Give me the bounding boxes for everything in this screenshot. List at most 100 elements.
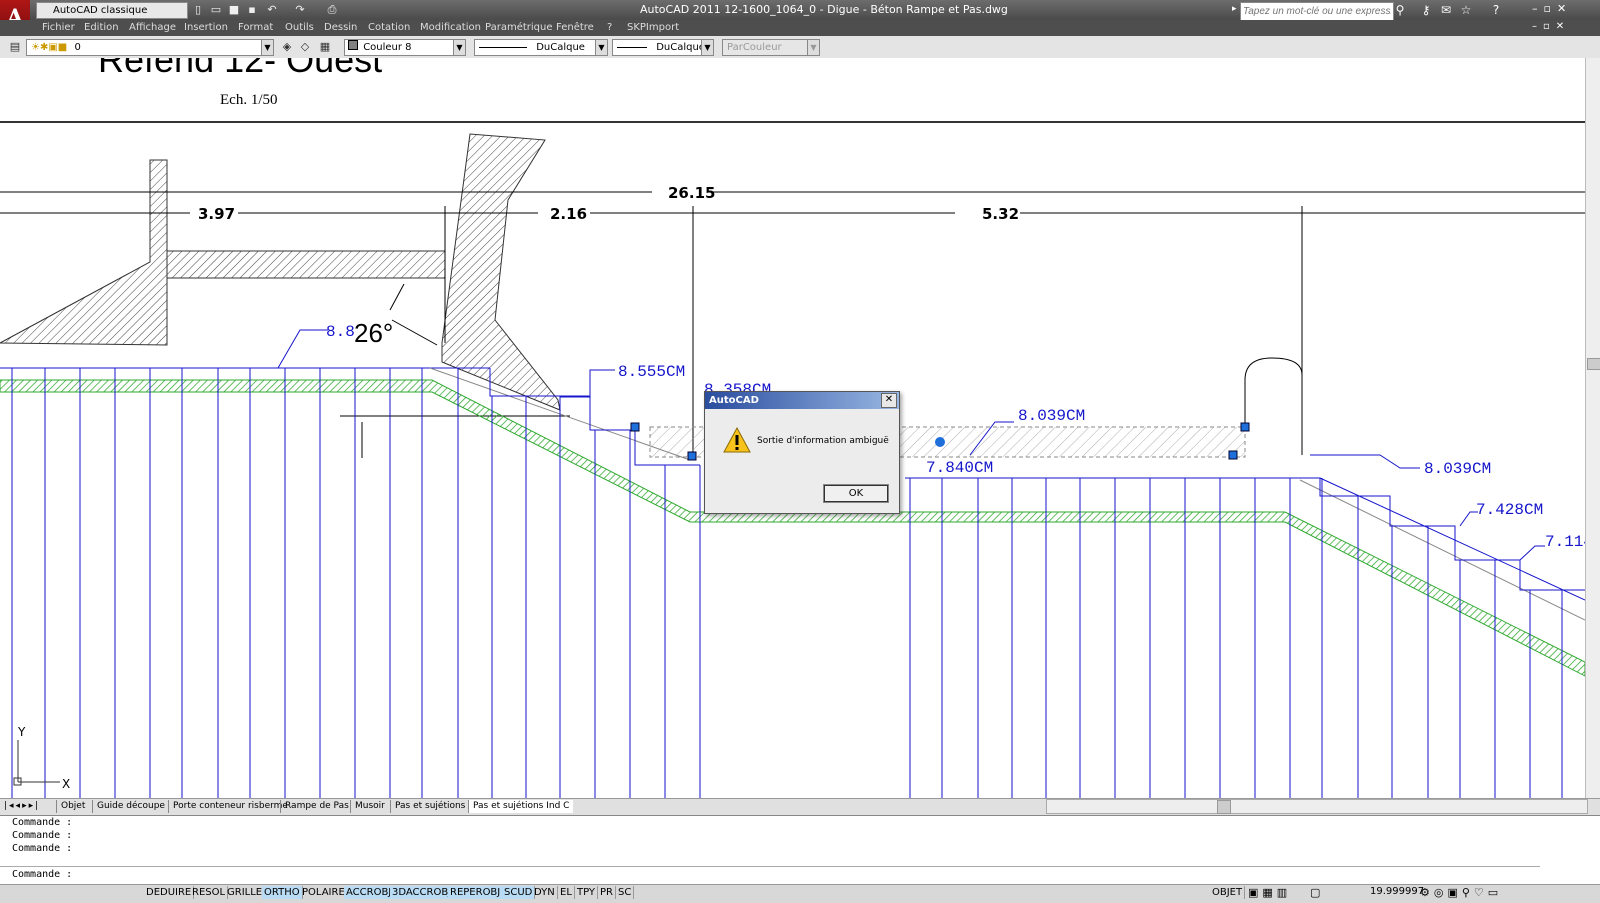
dim-3-97: 3.97 bbox=[198, 205, 235, 223]
scroll-thumb[interactable] bbox=[1217, 800, 1231, 814]
scroll-thumb[interactable] bbox=[1587, 358, 1600, 370]
status-grille[interactable]: GRILLE bbox=[225, 886, 266, 899]
menu-help[interactable]: ? bbox=[607, 22, 612, 33]
annotation-scale[interactable]: 19.999997 bbox=[1370, 886, 1424, 897]
tab-porte-conteneur[interactable]: Porte conteneur risberme bbox=[168, 800, 292, 813]
menu-modification[interactable]: Modification bbox=[420, 22, 481, 33]
search-expand-icon[interactable]: ▸ bbox=[1232, 4, 1237, 14]
menu-fichier[interactable]: Fichier bbox=[42, 22, 75, 33]
color-dropdown[interactable]: Couleur 8 ▼ bbox=[344, 39, 466, 56]
workspace-dropdown[interactable]: AutoCAD classique bbox=[36, 2, 188, 19]
angle-leader bbox=[391, 319, 438, 346]
menu-dessin[interactable]: Dessin bbox=[324, 22, 357, 33]
menu-outils[interactable]: Outils bbox=[285, 22, 314, 33]
tab-pas-sujetions-ind-c[interactable]: Pas et sujétions Ind C bbox=[468, 800, 574, 813]
command-window[interactable] bbox=[0, 815, 1600, 884]
status-deduire[interactable]: DEDUIRE bbox=[144, 886, 195, 899]
status-accrobj[interactable]: ACCROBJ bbox=[344, 886, 395, 899]
drawing-scale: Ech. 1/50 bbox=[220, 92, 278, 108]
close-icon[interactable]: ✕ bbox=[881, 393, 897, 408]
communication-icon[interactable]: ✉ bbox=[1438, 2, 1454, 18]
status-ortho[interactable]: ORTHO bbox=[262, 886, 303, 899]
status-sc[interactable]: SC bbox=[616, 886, 635, 899]
layer-manager-icon[interactable]: ▤ bbox=[8, 39, 22, 54]
lineweight-preview bbox=[617, 46, 647, 48]
layer-status-icons: ☀✱▣■ bbox=[31, 42, 68, 53]
search-input[interactable] bbox=[1240, 2, 1394, 21]
tab-guide-decoupe[interactable]: Guide découpe bbox=[92, 800, 169, 813]
status-tpy[interactable]: TPY bbox=[575, 886, 599, 899]
document-window-controls[interactable]: –▫✕ bbox=[1532, 21, 1570, 32]
subscription-icon[interactable]: ⚷ bbox=[1418, 2, 1434, 18]
ucs-y-label: Y bbox=[17, 725, 26, 739]
grip[interactable] bbox=[687, 451, 697, 461]
favorites-star-icon[interactable]: ☆ bbox=[1458, 2, 1474, 18]
tab-pas-sujetions[interactable]: Pas et sujétions bbox=[390, 800, 469, 813]
layer-dropdown[interactable]: ☀✱▣■ 0 ▼ bbox=[26, 39, 274, 56]
command-prompt[interactable]: Commande : bbox=[12, 869, 72, 880]
undo-icon[interactable]: ↶ bbox=[264, 3, 280, 17]
tab-musoir[interactable]: Musoir bbox=[350, 800, 389, 813]
angle-label: 26° bbox=[354, 318, 393, 348]
level-label-5: 7.840CM bbox=[926, 459, 993, 477]
ucs-x-label: X bbox=[62, 777, 70, 791]
command-history-line: Commande : bbox=[12, 843, 73, 854]
level-label-8: 7.114 bbox=[1545, 533, 1585, 551]
grip[interactable] bbox=[1228, 450, 1238, 460]
status-el[interactable]: EL bbox=[558, 886, 575, 899]
menu-cotation[interactable]: Cotation bbox=[368, 22, 410, 33]
status-model-space[interactable]: OBJET bbox=[1210, 886, 1246, 899]
save-icon[interactable]: ■ bbox=[226, 3, 242, 17]
menu-parametrique[interactable]: Paramétrique bbox=[485, 22, 553, 33]
layer-state-icon[interactable]: ▦ bbox=[318, 39, 332, 54]
vertical-scrollbar[interactable] bbox=[1585, 58, 1600, 798]
menu-format[interactable]: Format bbox=[238, 22, 273, 33]
tab-objet[interactable]: Objet bbox=[56, 800, 89, 813]
grip[interactable] bbox=[1240, 422, 1250, 432]
redo-icon[interactable]: ↷ bbox=[292, 3, 308, 17]
save-as-icon[interactable]: ▪ bbox=[244, 3, 260, 17]
chevron-down-icon: ▼ bbox=[261, 40, 273, 55]
window-controls[interactable]: –▫✕ bbox=[1532, 2, 1572, 15]
lineweight-dropdown[interactable]: DuCalque ▼ bbox=[612, 39, 714, 56]
help-icon[interactable]: ? bbox=[1488, 2, 1504, 18]
plotstyle-dropdown: ParCouleur ▼ bbox=[722, 39, 820, 56]
status-resol[interactable]: RESOL bbox=[190, 886, 229, 899]
menu-insertion[interactable]: Insertion bbox=[184, 22, 228, 33]
new-file-icon[interactable]: ▯ bbox=[190, 3, 206, 17]
color-swatch bbox=[348, 40, 358, 50]
level-label-2: 8.555CM bbox=[618, 363, 685, 381]
status-pr[interactable]: PR bbox=[598, 886, 616, 899]
open-file-icon[interactable]: ▭ bbox=[208, 3, 224, 17]
print-icon[interactable]: ⎙ bbox=[324, 3, 340, 17]
status-right-icons[interactable]: ⚙◎▣⚲♡▭ bbox=[1420, 886, 1502, 899]
menu-affichage[interactable]: Affichage bbox=[129, 22, 176, 33]
binoculars-icon[interactable]: ⚲ bbox=[1392, 2, 1408, 18]
leader-8-039-b bbox=[1310, 454, 1420, 469]
linetype-dropdown[interactable]: DuCalque ▼ bbox=[474, 39, 608, 56]
grip[interactable] bbox=[935, 437, 945, 447]
ok-button[interactable]: OK bbox=[823, 484, 889, 503]
menu-fenetre[interactable]: Fenêtre bbox=[556, 22, 594, 33]
status-polaire[interactable]: POLAIRE bbox=[300, 886, 348, 899]
menu-skpimport[interactable]: SKPImport bbox=[627, 22, 679, 33]
layer-previous-icon[interactable]: ◇ bbox=[298, 39, 312, 54]
tab-nav-arrows[interactable]: |◂◂▸▸| bbox=[4, 801, 40, 811]
status-reperobj[interactable]: REPEROBJ bbox=[448, 886, 504, 899]
grip[interactable] bbox=[630, 422, 640, 432]
autocad-dialog: AutoCAD ✕ Sortie d'information ambiguë O… bbox=[704, 391, 900, 514]
make-current-layer-icon[interactable]: ◈ bbox=[280, 39, 294, 54]
status-tool-icons[interactable]: ▣▦▥ bbox=[1248, 886, 1291, 899]
viewport-icon[interactable]: ▢ bbox=[1310, 886, 1320, 899]
status-3daccrobj[interactable]: 3DACCROBJ bbox=[390, 886, 455, 899]
dim-5-32: 5.32 bbox=[982, 205, 1019, 223]
status-scud[interactable]: SCUD bbox=[502, 886, 536, 899]
status-dyn[interactable]: DYN bbox=[532, 886, 558, 899]
tab-rampe-de-pas[interactable]: Rampe de Pas bbox=[280, 800, 353, 813]
leader-8-555 bbox=[560, 369, 615, 398]
level-label-6: 8.039CM bbox=[1424, 460, 1491, 478]
linetype-label: DuCalque bbox=[536, 42, 585, 53]
chevron-down-icon: ▼ bbox=[453, 40, 465, 55]
horizontal-scrollbar[interactable] bbox=[1046, 799, 1588, 814]
menu-edition[interactable]: Edition bbox=[84, 22, 119, 33]
